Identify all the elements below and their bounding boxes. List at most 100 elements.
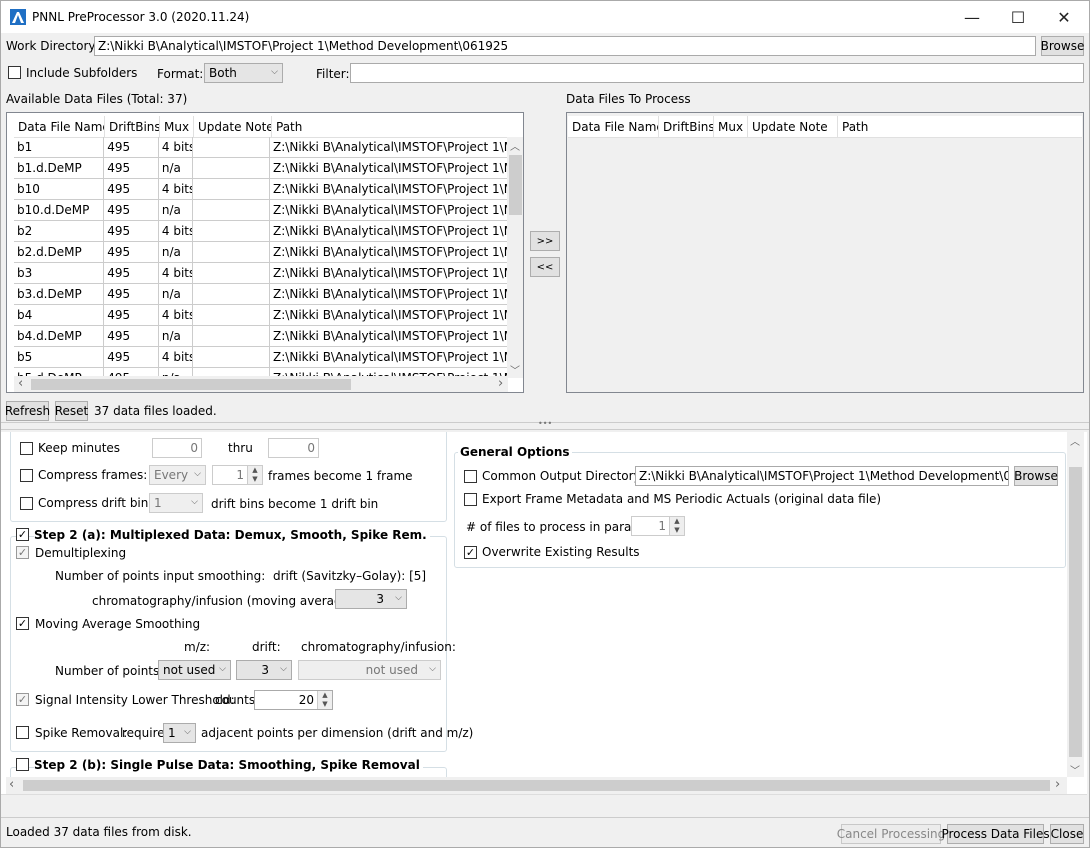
to-process-grid[interactable]: Data File Name DriftBins Mux Update Note… [566, 112, 1084, 393]
table-row[interactable]: b3.d.DeMP 495 n/a Z:\Nikki B\Analytical\IMS… [14, 284, 508, 305]
table-cell [193, 347, 271, 367]
add-to-process-button[interactable]: >> [530, 231, 560, 251]
common-output-input[interactable]: Z:\Nikki B\Analytical\IMSTOF\Project 1\M… [635, 466, 1009, 486]
table-row[interactable]: b2.d.DeMP 495 n/a Z:\Nikki B\Analytical\IMS… [14, 242, 508, 263]
scrollbar-thumb[interactable] [23, 780, 1050, 791]
scroll-up-icon[interactable]: ︿ [510, 138, 520, 153]
include-subfolders-checkbox[interactable] [8, 66, 21, 79]
export-metadata-label: Export Frame Metadata and MS Periodic Ac… [482, 492, 882, 506]
horizontal-scrollbar[interactable]: ‹ › [14, 376, 508, 392]
remove-from-process-button[interactable]: << [530, 257, 560, 277]
table-row[interactable]: b4.d.DeMP 495 n/a Z:\Nikki B\Analytical\IMS… [14, 326, 508, 347]
spin-up-icon[interactable]: ▲ [317, 691, 332, 700]
column-header[interactable]: Update Note [194, 116, 272, 137]
keep-minutes-checkbox[interactable] [20, 442, 33, 455]
column-header[interactable]: Mux [160, 116, 194, 137]
scrollbar-thumb[interactable] [31, 379, 351, 390]
available-files-grid[interactable]: Data File Name DriftBins Mux Update Note… [6, 112, 524, 393]
compress-drift-bins-combo[interactable]: 1 ⌵ [149, 493, 203, 513]
spin-up-icon[interactable]: ▲ [669, 517, 684, 526]
column-header[interactable]: DriftBins [659, 116, 714, 137]
step2b-checkbox[interactable] [16, 758, 29, 771]
minimize-button[interactable]: — [949, 1, 995, 33]
column-header[interactable]: DriftBins [105, 116, 160, 137]
mz-points-combo[interactable]: not used ⌵ [158, 660, 231, 680]
moving-average-smoothing-checkbox[interactable]: ✓ [16, 617, 29, 630]
spin-down-icon[interactable]: ▼ [669, 526, 684, 535]
table-row[interactable]: b1.d.DeMP 495 n/a Z:\Nikki B\Analytical\IMS… [14, 158, 508, 179]
drift-points-combo[interactable]: 3 ⌵ [236, 660, 292, 680]
splitter[interactable]: ••• [1, 419, 1089, 430]
options-horizontal-scrollbar[interactable]: ‹ › [6, 777, 1067, 794]
column-header[interactable]: Data File Name [568, 116, 659, 137]
keep-minutes-to-input[interactable]: 0 [268, 438, 319, 458]
column-header[interactable]: Mux [714, 116, 748, 137]
table-cell: b4 [14, 305, 105, 325]
table-cell: Z:\Nikki B\Analytical\IMSTOF\Project 1\M… [273, 203, 508, 217]
browse-work-directory-button[interactable]: Browse [1041, 36, 1084, 56]
compress-frames-mode-combo[interactable]: Every ⌵ [149, 465, 206, 485]
step2a-checkbox[interactable]: ✓ [16, 528, 29, 541]
browse-common-output-button[interactable]: Browse [1014, 466, 1058, 486]
scroll-right-icon[interactable]: › [498, 376, 503, 391]
require-combo[interactable]: 1 ⌵ [163, 723, 196, 743]
close-window-button[interactable]: ✕ [1041, 1, 1087, 33]
overwrite-results-checkbox[interactable]: ✓ [464, 546, 477, 559]
vertical-scrollbar[interactable]: ︿ ﹀ [507, 137, 523, 378]
scroll-down-icon[interactable]: ﹀ [510, 362, 520, 377]
table-row[interactable]: b2 495 4 bits Z:\Nikki B\Analytical\IMSTOF\… [14, 221, 508, 242]
table-row[interactable]: b1 495 4 bits Z:\Nikki B\Analytical\IMSTOF\… [14, 137, 508, 158]
export-metadata-checkbox[interactable] [464, 493, 477, 506]
column-header[interactable]: Path [272, 116, 512, 137]
chrom-moving-average-combo[interactable]: 3 ⌵ [335, 589, 407, 609]
scroll-right-icon[interactable]: › [1055, 777, 1060, 792]
column-header[interactable]: Update Note [748, 116, 838, 137]
process-data-files-button[interactable]: Process Data Files [941, 824, 1050, 844]
refresh-button[interactable]: Refresh [5, 401, 50, 421]
signal-threshold-checkbox[interactable]: ✓ [16, 693, 29, 706]
scroll-left-icon[interactable]: ‹ [9, 777, 14, 792]
scroll-up-icon[interactable]: ︿ [1070, 433, 1080, 448]
reset-button[interactable]: Reset [55, 401, 88, 421]
scrollbar-thumb[interactable] [1069, 467, 1082, 757]
options-vertical-scrollbar[interactable]: ︿ ﹀ [1067, 432, 1084, 777]
keep-minutes-from-input[interactable]: 0 [152, 438, 202, 458]
scroll-left-icon[interactable]: ‹ [18, 376, 23, 391]
table-row[interactable]: b10 495 4 bits Z:\Nikki B\Analytical\IMSTOF… [14, 179, 508, 200]
chevron-down-icon: ⌵ [280, 664, 287, 674]
table-row[interactable]: b3 495 4 bits Z:\Nikki B\Analytical\IMSTOF\… [14, 263, 508, 284]
table-cell: n/a [159, 200, 193, 220]
compress-frames-checkbox[interactable] [20, 469, 33, 482]
demultiplexing-checkbox[interactable]: ✓ [16, 546, 29, 559]
common-output-checkbox[interactable] [464, 470, 477, 483]
scrollbar-thumb[interactable] [509, 155, 522, 215]
close-button[interactable]: Close [1050, 824, 1084, 844]
scroll-down-icon[interactable]: ﹀ [1070, 762, 1080, 777]
column-header[interactable]: Data File Name [14, 116, 105, 137]
table-row[interactable]: b10.d.DeMP 495 n/a Z:\Nikki B\Analytical\IM… [14, 200, 508, 221]
filter-input[interactable] [350, 63, 1084, 83]
parallel-files-stepper[interactable]: 1 ▲ ▼ [631, 516, 685, 536]
chrom-points-combo[interactable]: not used ⌵ [298, 660, 441, 680]
include-subfolders-label: Include Subfolders [26, 66, 138, 80]
format-combo[interactable]: Both ⌵ [204, 63, 283, 83]
compress-drift-bins-checkbox[interactable] [20, 497, 33, 510]
work-directory-input[interactable]: Z:\Nikki B\Analytical\IMSTOF\Project 1\M… [94, 36, 1036, 56]
available-files-rows: b1 495 4 bits Z:\Nikki B\Analytical\IMSTOF\… [14, 137, 508, 377]
spin-up-icon[interactable]: ▲ [247, 466, 262, 475]
cancel-processing-button[interactable]: Cancel Processing [837, 824, 945, 844]
drift-bins-become-label: drift bins become 1 drift bin [211, 497, 379, 511]
spin-down-icon[interactable]: ▼ [247, 475, 262, 484]
table-row[interactable]: b4 495 4 bits Z:\Nikki B\Analytical\IMSTOF\… [14, 305, 508, 326]
table-row[interactable]: b5 495 4 bits Z:\Nikki B\Analytical\IMSTOF\… [14, 347, 508, 368]
table-cell: Z:\Nikki B\Analytical\IMSTOF\Project 1\M… [273, 350, 508, 364]
counts-value: 20 [298, 693, 314, 707]
table-cell: Z:\Nikki B\Analytical\IMSTOF\Project 1\M… [273, 224, 508, 238]
maximize-button[interactable]: ☐ [995, 1, 1041, 33]
column-header[interactable]: Path [838, 116, 1082, 137]
spin-down-icon[interactable]: ▼ [317, 700, 332, 709]
table-cell [193, 137, 271, 157]
counts-stepper[interactable]: 20 ▲ ▼ [254, 690, 333, 710]
compress-frames-stepper[interactable]: 1 ▲ ▼ [212, 465, 263, 485]
spike-removal-checkbox[interactable] [16, 726, 29, 739]
